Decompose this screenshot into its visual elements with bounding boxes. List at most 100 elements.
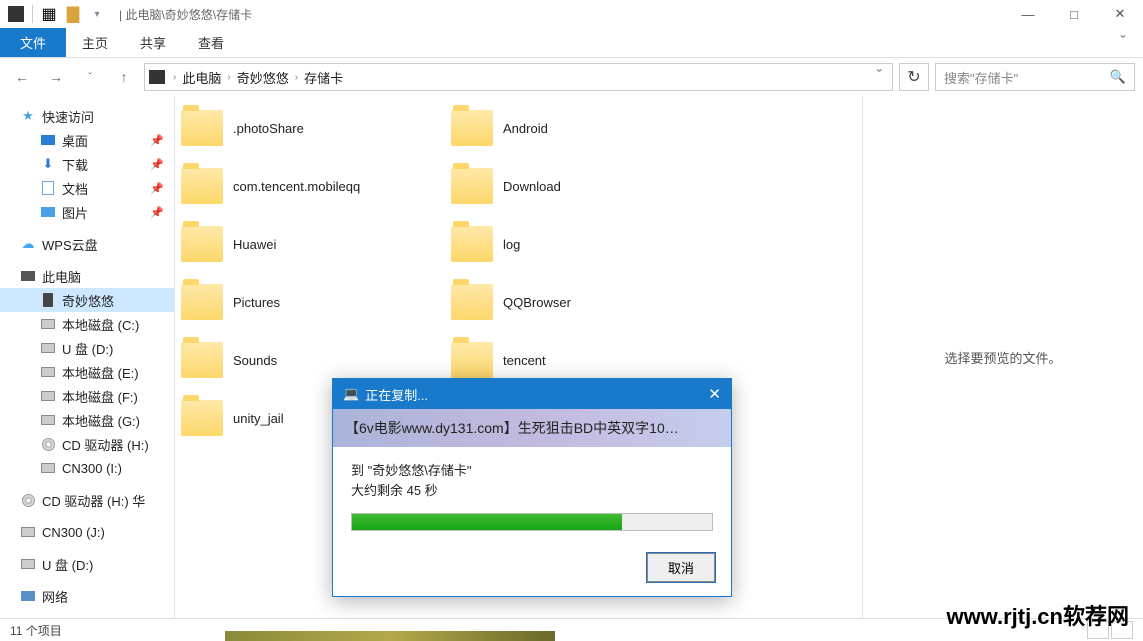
search-placeholder: 搜索"存储卡": [944, 68, 1018, 87]
folder-icon: [181, 226, 223, 262]
sidebar-label: WPS云盘: [42, 235, 98, 254]
sidebar-item-cd-h[interactable]: CD 驱动器 (H:): [0, 432, 174, 456]
folder-label: log: [503, 237, 520, 252]
sidebar-item-desktop[interactable]: 桌面 📌: [0, 128, 174, 152]
sidebar-wps-cloud[interactable]: ☁ WPS云盘: [0, 232, 174, 256]
sidebar-label: 奇妙悠悠: [62, 291, 114, 310]
folder-item[interactable]: Sounds: [181, 338, 441, 382]
search-input[interactable]: 搜索"存储卡" 🔍: [935, 63, 1135, 91]
bottom-thumbnail-strip: [225, 631, 555, 641]
crumb-device[interactable]: 奇妙悠悠: [233, 68, 293, 87]
sidebar-label: 下载: [62, 155, 88, 174]
document-icon: [42, 181, 54, 195]
cloud-icon: ☁: [20, 236, 36, 252]
folder-item[interactable]: Pictures: [181, 280, 441, 324]
crumb-folder[interactable]: 存储卡: [300, 68, 347, 87]
sidebar-item-pictures[interactable]: 图片📌: [0, 200, 174, 224]
sidebar-item-drive-f[interactable]: 本地磁盘 (F:): [0, 384, 174, 408]
close-button[interactable]: ✕: [1097, 0, 1143, 28]
recent-dropdown[interactable]: ˇ: [76, 63, 104, 91]
properties-icon[interactable]: ▦: [41, 6, 57, 22]
maximize-button[interactable]: □: [1051, 0, 1097, 28]
app-icon: [8, 6, 24, 22]
dialog-title: 正在复制...: [365, 385, 428, 404]
sidebar-item-documents[interactable]: 文档📌: [0, 176, 174, 200]
folder-item[interactable]: Download: [451, 164, 711, 208]
drive-icon: [41, 367, 55, 377]
ribbon: 文件 主页 共享 查看 ˇ: [0, 28, 1143, 58]
folder-qat-icon[interactable]: ▇: [65, 6, 81, 22]
drive-icon: [41, 463, 55, 473]
folder-item[interactable]: log: [451, 222, 711, 266]
folder-label: com.tencent.mobileqq: [233, 179, 360, 194]
folder-item[interactable]: Android: [451, 106, 711, 150]
sidebar-network[interactable]: 网络: [0, 584, 174, 608]
tab-share[interactable]: 共享: [124, 28, 182, 57]
folder-icon: [451, 284, 493, 320]
ribbon-expand-button[interactable]: ˇ: [1103, 28, 1143, 57]
sidebar-item-drive-e[interactable]: 本地磁盘 (E:): [0, 360, 174, 384]
sidebar-item-device[interactable]: 奇妙悠悠: [0, 288, 174, 312]
tab-view[interactable]: 查看: [182, 28, 240, 57]
folder-label: .photoShare: [233, 121, 304, 136]
sidebar-item-drive-d[interactable]: U 盘 (D:): [0, 336, 174, 360]
drive-icon: [41, 343, 55, 353]
refresh-button[interactable]: ↻: [899, 63, 929, 91]
sidebar-item-downloads[interactable]: ⬇下载📌: [0, 152, 174, 176]
back-button[interactable]: ←: [8, 63, 36, 91]
sidebar-u-ext[interactable]: U 盘 (D:): [0, 552, 174, 576]
cd-icon: [22, 494, 35, 507]
network-icon: [21, 591, 35, 601]
sidebar-item-drive-g[interactable]: 本地磁盘 (G:): [0, 408, 174, 432]
sidebar-this-pc[interactable]: 此电脑: [0, 264, 174, 288]
crumb-pc[interactable]: 此电脑: [178, 68, 225, 87]
sidebar-item-drive-c[interactable]: 本地磁盘 (C:): [0, 312, 174, 336]
folder-item[interactable]: com.tencent.mobileqq: [181, 164, 441, 208]
dialog-titlebar[interactable]: 💻 正在复制... ✕: [333, 379, 731, 409]
sidebar-label: 文档: [62, 179, 88, 198]
drive-icon: [41, 319, 55, 329]
folder-icon: [181, 110, 223, 146]
up-button[interactable]: ↑: [110, 63, 138, 91]
cd-icon: [42, 438, 55, 451]
folder-item[interactable]: tencent: [451, 338, 711, 382]
sidebar-item-cn300-i[interactable]: CN300 (I:): [0, 456, 174, 480]
drive-icon: [41, 391, 55, 401]
sidebar-label: U 盘 (D:): [42, 555, 93, 574]
title-path: | 此电脑\奇妙悠悠\存储卡: [119, 6, 252, 23]
sidebar-cn300-j[interactable]: CN300 (J:): [0, 520, 174, 544]
dialog-close-button[interactable]: ✕: [708, 385, 721, 403]
folder-item[interactable]: Huawei: [181, 222, 441, 266]
item-count: 11 个项目: [10, 622, 62, 639]
folder-item[interactable]: .photoShare: [181, 106, 441, 150]
pin-icon: 📌: [150, 206, 164, 219]
folder-item[interactable]: QQBrowser: [451, 280, 711, 324]
search-icon[interactable]: 🔍: [1110, 69, 1126, 85]
cancel-button[interactable]: 取消: [647, 553, 715, 582]
drive-icon: [21, 559, 35, 569]
chevron-right-icon[interactable]: ›: [293, 72, 300, 83]
sidebar-label: CN300 (J:): [42, 525, 105, 540]
tab-file[interactable]: 文件: [0, 28, 66, 57]
sidebar-label: 桌面: [62, 131, 88, 150]
pin-icon: 📌: [150, 158, 164, 171]
address-dropdown-icon[interactable]: ˇ: [871, 68, 888, 86]
qat-dropdown-icon[interactable]: ▾: [89, 6, 105, 22]
preview-pane: 选择要预览的文件。: [863, 96, 1143, 618]
chevron-right-icon[interactable]: ›: [225, 72, 232, 83]
sidebar-label: 此电脑: [42, 267, 81, 286]
sidebar-cd-ext[interactable]: CD 驱动器 (H:) 华: [0, 488, 174, 512]
dialog-title-icon: 💻: [343, 386, 359, 402]
sidebar-label: CD 驱动器 (H:): [62, 435, 149, 454]
folder-icon: [181, 284, 223, 320]
tab-home[interactable]: 主页: [66, 28, 124, 57]
address-bar[interactable]: › 此电脑 › 奇妙悠悠 › 存储卡 ˇ: [144, 63, 893, 91]
folder-label: tencent: [503, 353, 546, 368]
sidebar-quick-access[interactable]: ★ 快速访问: [0, 104, 174, 128]
sidebar-label: CN300 (I:): [62, 461, 122, 476]
drive-icon: [41, 415, 55, 425]
forward-button[interactable]: →: [42, 63, 70, 91]
minimize-button[interactable]: —: [1005, 0, 1051, 28]
chevron-right-icon[interactable]: ›: [171, 72, 178, 83]
pin-icon: 📌: [150, 134, 164, 147]
